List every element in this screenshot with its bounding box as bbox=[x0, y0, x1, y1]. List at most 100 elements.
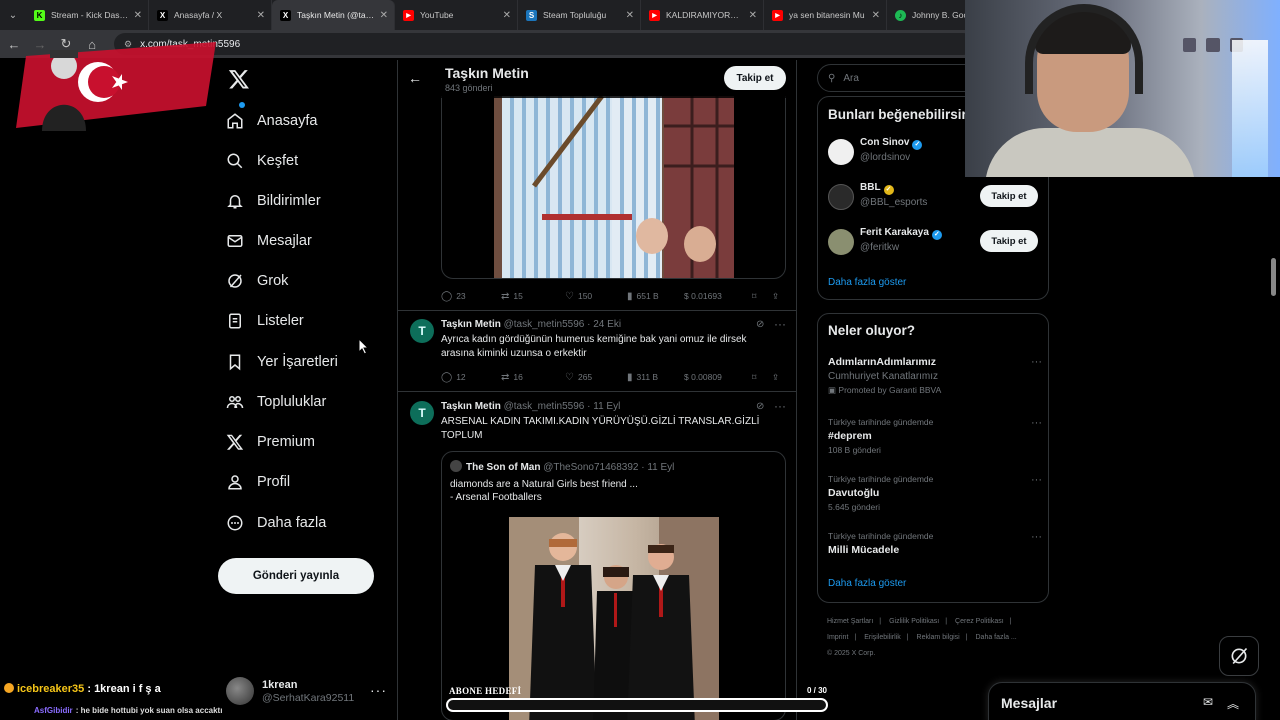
post-image[interactable] bbox=[441, 96, 786, 279]
nav-item-profile[interactable]: Profil bbox=[218, 465, 388, 499]
post-divider bbox=[398, 391, 796, 392]
photo-graphic bbox=[494, 96, 734, 278]
nav-item-home[interactable]: Anasayfa bbox=[218, 102, 388, 138]
follow-button[interactable]: Takip et bbox=[980, 230, 1038, 252]
nav-label: Yer İşaretleri bbox=[257, 354, 338, 370]
quote-header: The Son of Man @TheSono71468392 · 11 Eyl bbox=[450, 460, 674, 473]
author-name[interactable]: Taşkın Metin bbox=[441, 401, 501, 412]
views-icon: ▮ bbox=[627, 290, 633, 302]
url-field[interactable]: ⚙ x.com/task_metin5596 bbox=[114, 33, 974, 55]
close-tab-icon[interactable]: ✕ bbox=[872, 10, 880, 21]
page-scrollbar[interactable] bbox=[1271, 258, 1276, 296]
nav-item-lists[interactable]: Listeler bbox=[218, 304, 388, 338]
quoted-post[interactable]: The Son of Man @TheSono71468392 · 11 Eyl… bbox=[441, 451, 786, 720]
like-button[interactable]: ♡ 265 bbox=[565, 372, 627, 383]
trend-item[interactable]: AdımlarınAdımlarımız Cumhuriyet Kanatlar… bbox=[828, 356, 1042, 396]
tab-3[interactable]: ▶ YouTube ✕ bbox=[395, 0, 518, 30]
post-actions: ◯ 12 ⇄ 16 ♡ 265 ▮ 311 B $ 0.00809 ⌑ ⇪ bbox=[441, 369, 786, 385]
ellipsis-icon[interactable]: ··· bbox=[774, 399, 786, 413]
tab-search-icon[interactable]: ⌄ bbox=[0, 0, 26, 30]
close-tab-icon[interactable]: ✕ bbox=[749, 10, 757, 21]
follow-button[interactable]: Takip et bbox=[980, 185, 1038, 207]
nav-item-explore[interactable]: Keşfet bbox=[218, 144, 388, 178]
bookmark-icon[interactable]: ⌑ bbox=[752, 372, 772, 383]
post-header: Taşkın Metin @task_metin5596 · 11 Eyl bbox=[441, 401, 620, 412]
footer-link[interactable]: Erişilebilirlik bbox=[864, 634, 901, 641]
grok-icon[interactable]: ⊘ bbox=[756, 401, 764, 412]
tab-2[interactable]: X Taşkın Metin (@task_ ✕ bbox=[272, 0, 395, 30]
author-handle: @task_metin5596 · 11 Eyl bbox=[503, 401, 621, 412]
reply-button[interactable]: ◯ 12 bbox=[441, 372, 501, 383]
close-tab-icon[interactable]: ✕ bbox=[626, 10, 634, 21]
nav-item-premium[interactable]: Premium bbox=[218, 425, 388, 459]
tab-1[interactable]: X Anasayfa / X ✕ bbox=[149, 0, 272, 30]
tab-0[interactable]: K Stream - Kick Dashbo ✕ bbox=[26, 0, 149, 30]
user-name-text: BBL bbox=[860, 182, 881, 193]
ellipsis-icon[interactable]: ··· bbox=[1031, 531, 1042, 543]
nav-item-messages[interactable]: Mesajlar bbox=[218, 224, 388, 258]
post-actions: ◯ 23 ⇄ 15 ♡ 150 ▮ 651 B $ 0.01693 ⌑ ⇪ bbox=[441, 288, 786, 304]
messages-drawer[interactable]: Mesajlar ✉ ︽ bbox=[988, 682, 1256, 720]
account-switcher[interactable]: 1krean @SerhatKara92511 ··· bbox=[226, 674, 396, 708]
ellipsis-icon[interactable]: ··· bbox=[1031, 417, 1042, 429]
bookmark-icon[interactable]: ⌑ bbox=[752, 291, 772, 302]
new-message-icon[interactable]: ✉ bbox=[1203, 695, 1213, 709]
avatar[interactable]: T bbox=[410, 401, 434, 425]
repost-button[interactable]: ⇄ 16 bbox=[501, 372, 565, 383]
suggested-user[interactable]: Ferit Karakaya ✓ @feritkw Takip et bbox=[828, 227, 1042, 263]
nav-item-grok[interactable]: Grok bbox=[218, 264, 388, 298]
tab-label: KALDIRAMIYORUM | bbox=[666, 10, 745, 20]
author-name[interactable]: Taşkın Metin bbox=[441, 319, 501, 330]
back-arrow-icon[interactable]: ← bbox=[408, 70, 422, 86]
show-more-link[interactable]: Daha fazla göster bbox=[828, 277, 906, 288]
footer-link[interactable]: Daha fazla ... bbox=[976, 634, 1017, 641]
footer-link[interactable]: Gizlilik Politikası bbox=[889, 618, 939, 625]
close-tab-icon[interactable]: ✕ bbox=[134, 10, 142, 21]
tab-5[interactable]: ▶ KALDIRAMIYORUM | ✕ bbox=[641, 0, 764, 30]
chat-username: icebreaker35 bbox=[17, 683, 85, 695]
footer-link[interactable]: Reklam bilgisi bbox=[917, 634, 960, 641]
footer-link[interactable]: Hizmet Şartları bbox=[827, 618, 873, 625]
show-more-link[interactable]: Daha fazla göster bbox=[828, 578, 906, 589]
trend-item[interactable]: Türkiye tarihinde gündemde Milli Mücadel… bbox=[828, 531, 1042, 556]
user-handle: @lordsinov bbox=[860, 152, 911, 163]
ellipsis-icon[interactable]: ··· bbox=[370, 682, 387, 698]
trend-item[interactable]: Türkiye tarihinde gündemde #deprem 108 B… bbox=[828, 417, 1042, 455]
nav-item-notifications[interactable]: Bildirimler bbox=[218, 184, 388, 218]
user-name: Con Sinov ✓ bbox=[860, 137, 923, 150]
avatar[interactable]: T bbox=[410, 319, 434, 343]
close-tab-icon[interactable]: ✕ bbox=[380, 10, 388, 21]
x-logo-icon[interactable] bbox=[228, 68, 250, 90]
reply-button[interactable]: ◯ 23 bbox=[441, 291, 501, 302]
account-name: 1krean bbox=[262, 678, 298, 691]
tab-6[interactable]: ▶ ya sen bitanesin Mu ✕ bbox=[764, 0, 887, 30]
ellipsis-icon[interactable]: ··· bbox=[1031, 356, 1042, 368]
share-icon[interactable]: ⇪ bbox=[772, 372, 779, 383]
drawer-title: Mesajlar bbox=[1001, 695, 1058, 711]
close-tab-icon[interactable]: ✕ bbox=[503, 10, 511, 21]
close-tab-icon[interactable]: ✕ bbox=[257, 10, 265, 21]
user-name: BBL ✓ bbox=[860, 182, 894, 195]
nav-item-communities[interactable]: Topluluklar bbox=[218, 385, 388, 419]
views-button[interactable]: ▮ 651 B bbox=[627, 291, 684, 302]
repost-button[interactable]: ⇄ 15 bbox=[501, 291, 565, 302]
trend-item[interactable]: Türkiye tarihinde gündemde Davutoğlu 5.6… bbox=[828, 474, 1042, 512]
grok-floating-button[interactable] bbox=[1219, 636, 1259, 676]
like-button[interactable]: ♡ 150 bbox=[565, 291, 627, 302]
suggested-user[interactable]: BBL ✓ @BBL_esports Takip et bbox=[828, 182, 1042, 218]
follow-button[interactable]: Takip et bbox=[724, 66, 786, 90]
ellipsis-icon[interactable]: ··· bbox=[1031, 474, 1042, 486]
chevron-up-icon[interactable]: ︽ bbox=[1227, 695, 1239, 712]
tab-4[interactable]: S Steam Topluluğu ✕ bbox=[518, 0, 641, 30]
chat-username: AsfGibidir bbox=[34, 706, 73, 715]
nav-item-more[interactable]: Daha fazla bbox=[218, 506, 388, 540]
footer-link[interactable]: Çerez Politikası bbox=[955, 618, 1004, 625]
grok-icon[interactable]: ⊘ bbox=[756, 319, 764, 330]
footer-link[interactable]: Imprint bbox=[827, 634, 848, 641]
ellipsis-icon[interactable]: ··· bbox=[774, 317, 786, 331]
grok-icon bbox=[218, 272, 252, 290]
post-button[interactable]: Gönderi yayınla bbox=[218, 558, 374, 594]
share-icon[interactable]: ⇪ bbox=[772, 291, 779, 302]
views-button[interactable]: ▮ 311 B bbox=[627, 372, 684, 383]
repost-count: 15 bbox=[513, 291, 523, 301]
